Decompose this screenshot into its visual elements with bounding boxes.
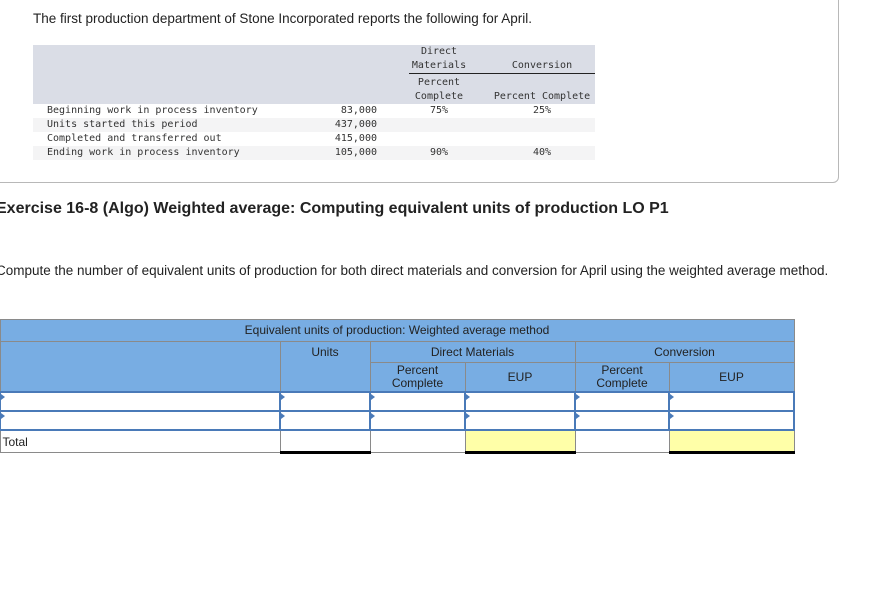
- conv-pct-input[interactable]: [574, 391, 670, 412]
- eup-table: Equivalent units of production: Weighted…: [0, 319, 795, 454]
- total-label: Total: [0, 429, 281, 453]
- dm-eup-input[interactable]: [464, 391, 576, 412]
- conv-pct-value: 40%: [489, 146, 595, 160]
- total-units-cell[interactable]: [279, 429, 371, 454]
- row-label-input[interactable]: [0, 391, 281, 412]
- row-label: Ending work in process inventory: [33, 146, 297, 160]
- dm-eup-header: EUP: [464, 362, 576, 393]
- units-value: 437,000: [297, 118, 379, 132]
- instructions: Compute the number of equivalent units o…: [0, 263, 829, 278]
- conv-pct-value: 25%: [532, 105, 552, 116]
- total-row: Total: [0, 429, 795, 454]
- dm-header: Direct Materials: [411, 46, 467, 71]
- input-row: [0, 410, 795, 431]
- exercise-title: Exercise 16-8 (Algo) Weighted average: C…: [0, 200, 669, 217]
- dm-pct-value: [409, 118, 469, 132]
- row-label: Beginning work in process inventory: [47, 105, 258, 116]
- dm-pct-input[interactable]: [369, 391, 466, 412]
- conv-pct-input[interactable]: [574, 410, 670, 431]
- dm-pct-value: 75%: [429, 105, 449, 116]
- conv-header: Conversion: [511, 60, 573, 71]
- intro-text: The first production department of Stone…: [33, 11, 533, 26]
- dm-pct-value: 90%: [409, 146, 469, 160]
- conv-pct-value: [489, 118, 595, 132]
- row-label-input[interactable]: [0, 410, 281, 431]
- total-dm-pct-cell: [369, 429, 466, 453]
- dm-header: Direct Materials: [369, 341, 576, 363]
- units-input[interactable]: [279, 391, 371, 412]
- conv-eup-input[interactable]: [668, 410, 795, 431]
- dm-pct-header: Percent Complete: [369, 362, 466, 393]
- total-conv-pct-cell: [574, 429, 670, 453]
- dm-pct-input[interactable]: [369, 410, 466, 431]
- given-row: Units started this period 437,000: [33, 118, 595, 132]
- units-header: Units: [279, 341, 371, 393]
- units-input[interactable]: [279, 410, 371, 431]
- conv-pct-value: [489, 132, 595, 146]
- eup-table-title: Equivalent units of production: Weighted…: [0, 319, 795, 342]
- total-dm-eup-cell[interactable]: [464, 429, 576, 454]
- conv-eup-header: EUP: [668, 362, 795, 393]
- dm-pct-header: Percent Complete: [414, 77, 464, 102]
- input-row: [0, 391, 795, 412]
- given-row: Completed and transferred out 415,000: [33, 132, 595, 146]
- units-value: 105,000: [297, 146, 379, 160]
- row-label: Completed and transferred out: [47, 133, 222, 144]
- total-conv-eup-cell[interactable]: [668, 429, 795, 454]
- given-row: Ending work in process inventory 105,000 9…: [33, 146, 595, 160]
- conv-pct-header: Percent Complete: [574, 362, 670, 393]
- units-value: 415,000: [334, 133, 377, 144]
- conv-eup-input[interactable]: [668, 391, 795, 412]
- given-data-table: Direct Materials Conversion Percent Comp…: [33, 45, 595, 160]
- given-row: Beginning work in process inventory 83,00…: [33, 104, 595, 118]
- row-label: Units started this period: [33, 118, 297, 132]
- dm-pct-value: [409, 132, 469, 146]
- units-value: 83,000: [340, 105, 377, 116]
- dm-eup-input[interactable]: [464, 410, 576, 431]
- conv-pct-header: Percent Complete: [493, 91, 591, 102]
- conv-header: Conversion: [574, 341, 795, 363]
